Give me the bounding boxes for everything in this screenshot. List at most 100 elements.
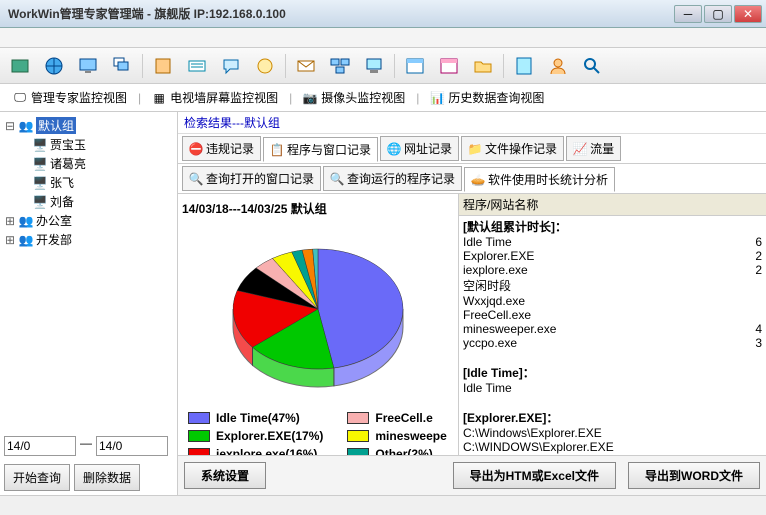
close-button[interactable]: ✕ [734, 5, 762, 23]
delete-data-button[interactable]: 删除数据 [74, 464, 140, 491]
file-icon: 📁 [468, 142, 482, 156]
list-item: C:\WINDOWS\Explorer.EXE [463, 440, 762, 454]
tool-icon-13[interactable] [435, 52, 463, 80]
list-item: yccpo.exe3 [463, 336, 762, 350]
chart-panel: 14/03/18---14/03/25 默认组 Idle Time(47%) Ex… [178, 194, 458, 455]
screens-icon[interactable] [326, 52, 354, 80]
web-icon: 🌐 [387, 142, 401, 156]
export-html-excel-button[interactable]: 导出为HTM或Excel文件 [453, 462, 616, 489]
search-icon: 🔍 [189, 172, 203, 186]
collapse-icon[interactable]: ⊟ [4, 119, 16, 133]
tool-icon-5[interactable] [149, 52, 177, 80]
history-icon: 📊 [430, 91, 444, 105]
group-icon: 👥 [18, 232, 34, 248]
tab-usage-stats[interactable]: 🥧软件使用时长统计分析 [464, 167, 615, 192]
list-icon: 📋 [270, 143, 284, 157]
legend-item: Explorer.EXE(17%) [188, 429, 323, 443]
view-bar: 🖵管理专家监控视图 | ▦电视墙屏幕监控视图 | 📷摄像头监控视图 | 📊历史数… [0, 84, 766, 112]
chart-icon: 📈 [573, 142, 587, 156]
globe-icon[interactable] [40, 52, 68, 80]
tree-node-user[interactable]: 🖥️刘备 [32, 192, 173, 211]
tab-fileop[interactable]: 📁文件操作记录 [461, 136, 564, 161]
tree-node-dev[interactable]: ⊞👥开发部 [4, 230, 173, 249]
legend-item: Other(2%) [347, 447, 446, 455]
search-icon[interactable] [578, 52, 606, 80]
list-item: FreeCell.exe [463, 308, 762, 322]
group-icon: 👥 [18, 118, 34, 134]
search-result-label: 检索结果---默认组 [178, 112, 766, 134]
expand-icon[interactable]: ⊞ [4, 233, 16, 247]
user-icon[interactable] [544, 52, 572, 80]
chat-icon[interactable] [217, 52, 245, 80]
tool-icon-8[interactable] [251, 52, 279, 80]
bottom-buttons: 系统设置 导出为HTM或Excel文件 导出到WORD文件 [178, 455, 766, 495]
tree-node-user[interactable]: 🖥️张飞 [32, 173, 173, 192]
camera-view-button[interactable]: 📷摄像头监控视图 [296, 85, 412, 110]
window-title: WorkWin管理专家管理端 - 旗舰版 IP:192.168.0.100 [4, 5, 674, 22]
tree-root-default[interactable]: ⊟ 👥 默认组 [4, 116, 173, 135]
pc-icon: 🖥️ [32, 194, 48, 210]
folder-icon[interactable] [469, 52, 497, 80]
monitor-icon[interactable] [74, 52, 102, 80]
list-item: Idle Time6 [463, 235, 762, 249]
tvwall-view-button[interactable]: ▦电视墙屏幕监控视图 [145, 85, 285, 110]
system-settings-button[interactable]: 系统设置 [184, 462, 266, 489]
date-to-input[interactable] [96, 436, 168, 456]
tab-open-windows[interactable]: 🔍查询打开的窗口记录 [182, 166, 321, 191]
group-cumulative: [默认组累计时长]： [463, 218, 762, 235]
list-item: E:\Windows\Explorer.EXE [463, 454, 762, 455]
list-item: Idle Time [463, 381, 762, 395]
minimize-button[interactable]: ─ [674, 5, 702, 23]
tree-node-user[interactable]: 🖥️贾宝玉 [32, 135, 173, 154]
pc-icon: 🖥️ [32, 137, 48, 153]
legend-item: Idle Time(47%) [188, 411, 323, 425]
program-list[interactable]: [默认组累计时长]： Idle Time6 Explorer.EXE2 iexp… [459, 216, 766, 455]
pc-icon: 🖥️ [32, 175, 48, 191]
pie-chart [223, 231, 413, 401]
list-header: 程序/网站名称 [459, 194, 766, 216]
tree[interactable]: ⊟ 👥 默认组 🖥️贾宝玉 🖥️诸葛亮 🖥️张飞 🖥️刘备 ⊞👥办公室 ⊞👥开发… [0, 112, 177, 432]
legend: Idle Time(47%)Explorer.EXE(17%)iexplore.… [182, 411, 454, 455]
tree-node-user[interactable]: 🖥️诸葛亮 [32, 154, 173, 173]
main-toolbar [0, 48, 766, 84]
expand-icon[interactable]: ⊞ [4, 214, 16, 228]
maximize-button[interactable]: ▢ [704, 5, 732, 23]
list-item: minesweeper.exe4 [463, 322, 762, 336]
history-view-button[interactable]: 📊历史数据查询视图 [423, 85, 551, 110]
tabs-level1: ⛔违规记录 📋程序与窗口记录 🌐网址记录 📁文件操作记录 📈流量 [178, 134, 766, 164]
sidebar: ⊟ 👥 默认组 🖥️贾宝玉 🖥️诸葛亮 🖥️张飞 🖥️刘备 ⊞👥办公室 ⊞👥开发… [0, 112, 178, 495]
group-idle: [Idle Time]： [463, 364, 762, 381]
titlebar: WorkWin管理专家管理端 - 旗舰版 IP:192.168.0.100 ─ … [0, 0, 766, 28]
windows-icon[interactable] [108, 52, 136, 80]
start-query-button[interactable]: 开始查询 [4, 464, 70, 491]
list-item: Explorer.EXE2 [463, 249, 762, 263]
tool-icon-12[interactable] [401, 52, 429, 80]
tab-program-window[interactable]: 📋程序与窗口记录 [263, 137, 378, 162]
export-word-button[interactable]: 导出到WORD文件 [628, 462, 760, 489]
legend-item: minesweepe [347, 429, 446, 443]
computer-icon[interactable] [360, 52, 388, 80]
tab-violation[interactable]: ⛔违规记录 [182, 136, 261, 161]
admin-view-button[interactable]: 🖵管理专家监控视图 [6, 85, 134, 110]
search-icon: 🔍 [330, 172, 344, 186]
chart-title: 14/03/18---14/03/25 默认组 [182, 198, 454, 223]
tab-running-programs[interactable]: 🔍查询运行的程序记录 [323, 166, 462, 191]
date-from-input[interactable] [4, 436, 76, 456]
mail-icon[interactable] [292, 52, 320, 80]
content-pane: 检索结果---默认组 ⛔违规记录 📋程序与窗口记录 🌐网址记录 📁文件操作记录 … [178, 112, 766, 495]
pc-icon: 🖥️ [32, 156, 48, 172]
group-explorer: [Explorer.EXE]： [463, 409, 762, 426]
tab-url[interactable]: 🌐网址记录 [380, 136, 459, 161]
status-bar [0, 495, 766, 515]
tool-icon-6[interactable] [183, 52, 211, 80]
tabs-level2: 🔍查询打开的窗口记录 🔍查询运行的程序记录 🥧软件使用时长统计分析 [178, 164, 766, 194]
tool-icon-1[interactable] [6, 52, 34, 80]
program-list-panel: 程序/网站名称 [默认组累计时长]： Idle Time6 Explorer.E… [458, 194, 766, 455]
list-item: 空闲时段 [463, 277, 762, 294]
tree-node-office[interactable]: ⊞👥办公室 [4, 211, 173, 230]
menubar [0, 28, 766, 48]
tool-icon-15[interactable] [510, 52, 538, 80]
list-item: Wxxjqd.exe [463, 294, 762, 308]
list-item: C:\Windows\Explorer.EXE [463, 426, 762, 440]
tab-traffic[interactable]: 📈流量 [566, 136, 621, 161]
